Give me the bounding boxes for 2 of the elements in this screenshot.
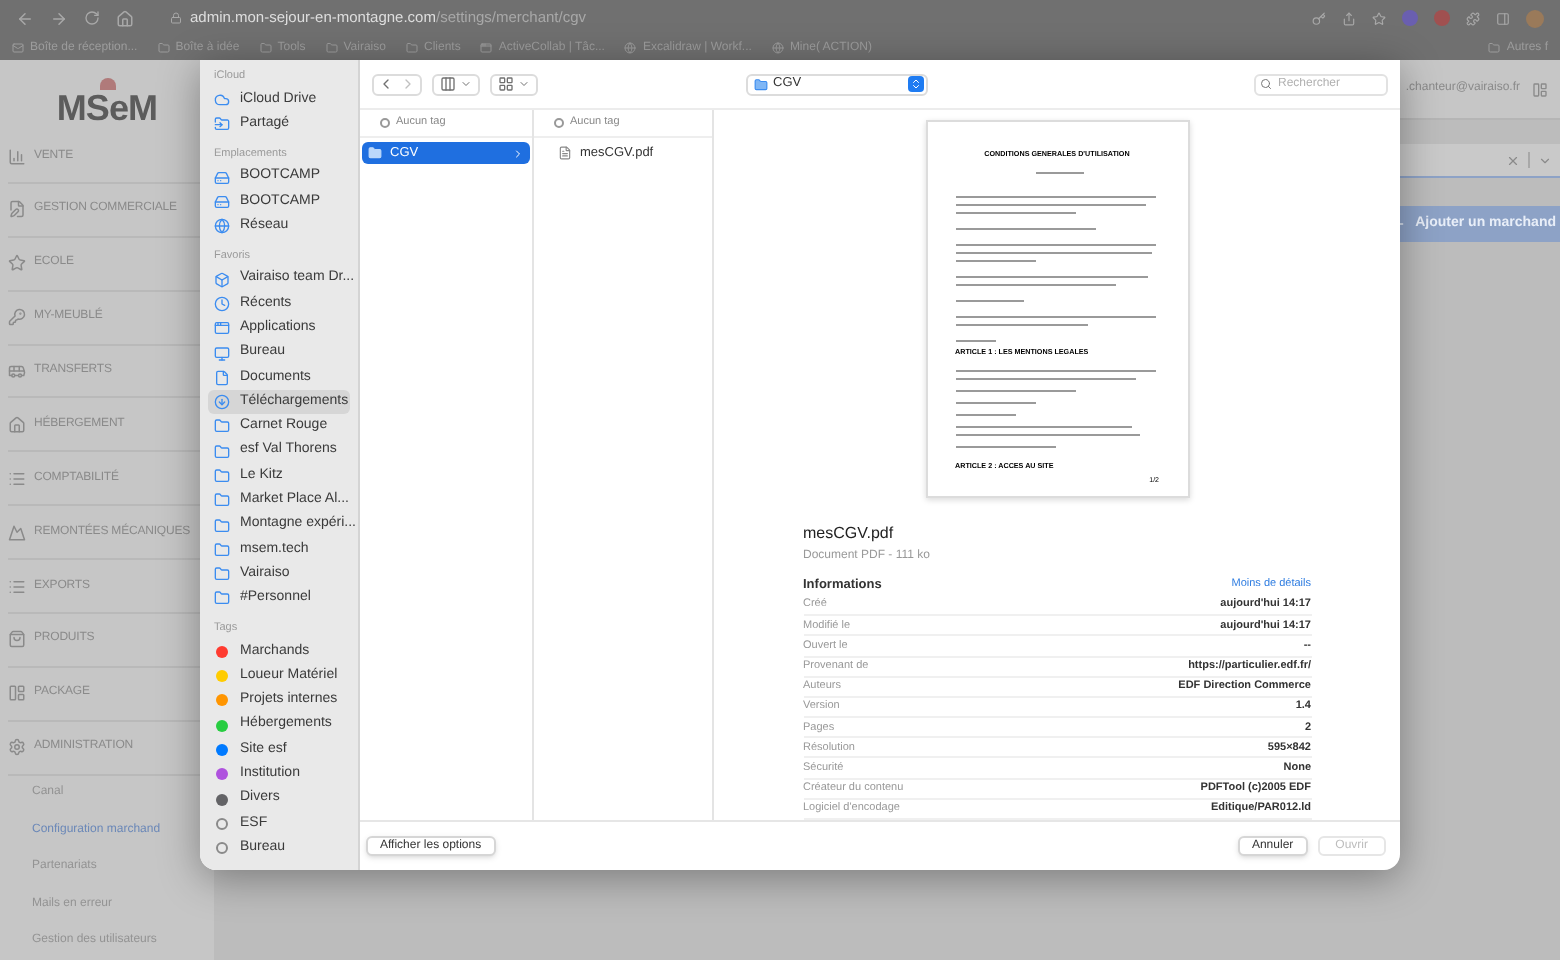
file-name: mesCGV.pdf (803, 521, 896, 546)
logo: MSeM (56, 90, 158, 127)
